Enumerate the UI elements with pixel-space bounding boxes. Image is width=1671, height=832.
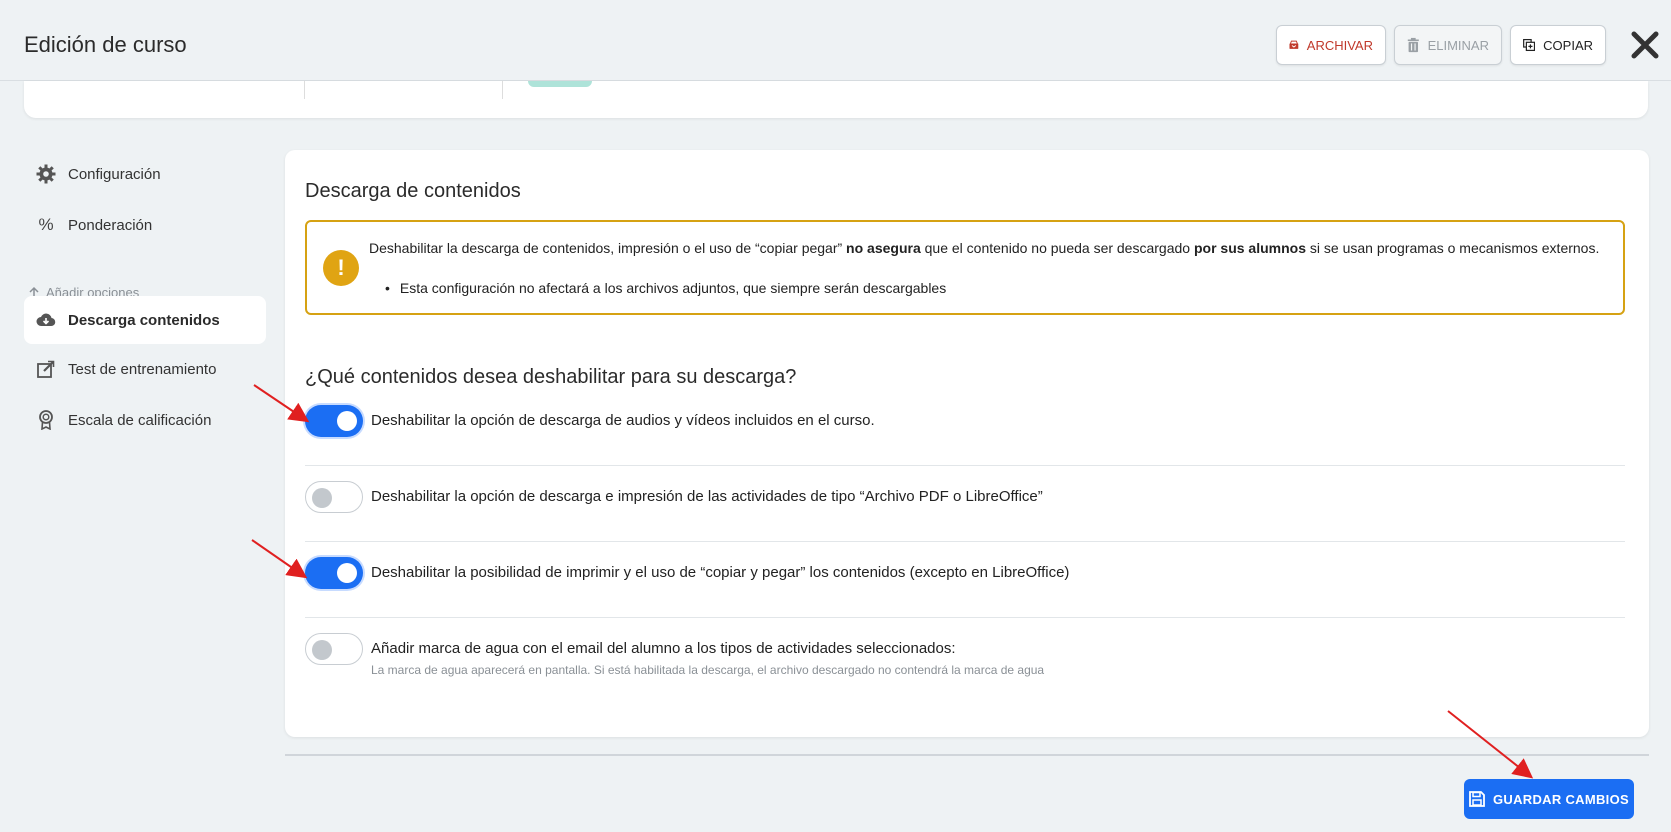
disable-pdf-download-toggle[interactable] xyxy=(305,481,363,513)
content-download-panel: Descarga de contenidos ! Deshabilitar la… xyxy=(285,150,1649,737)
header-bar: Edición de curso ARCHIVAR ELIMINAR COPIA… xyxy=(0,0,1671,81)
copy-icon xyxy=(1523,38,1536,52)
trash-icon xyxy=(1407,37,1419,53)
option-row: Deshabilitar la opción de descarga e imp… xyxy=(305,481,1625,521)
sidebar-item-label: Escala de calificación xyxy=(68,411,212,429)
save-label: GUARDAR CAMBIOS xyxy=(1493,791,1629,807)
sidebar-item-label: Ponderación xyxy=(68,216,153,234)
copy-button[interactable]: COPIAR xyxy=(1510,25,1606,65)
page-title: Edición de curso xyxy=(24,32,187,57)
gear-icon xyxy=(36,164,56,184)
divider xyxy=(305,541,1625,542)
cloud-download-icon xyxy=(36,310,56,330)
divider xyxy=(285,754,1649,756)
close-icon[interactable] xyxy=(1628,28,1662,62)
divider xyxy=(305,465,1625,466)
sidebar-item-configuracion[interactable]: Configuración xyxy=(24,150,266,198)
archive-button[interactable]: ARCHIVAR xyxy=(1276,25,1386,65)
warning-box: ! Deshabilitar la descarga de contenidos… xyxy=(305,220,1625,315)
sidebar-item-descarga-contenidos[interactable]: Descarga contenidos xyxy=(24,296,266,344)
archive-icon xyxy=(1289,40,1299,49)
divider xyxy=(305,617,1625,618)
sidebar-item-ponderacion[interactable]: % Ponderación xyxy=(24,201,266,249)
save-changes-button[interactable]: GUARDAR CAMBIOS xyxy=(1464,779,1634,819)
option-label: Deshabilitar la opción de descarga de au… xyxy=(371,412,875,429)
percent-icon: % xyxy=(38,215,54,234)
delete-label: ELIMINAR xyxy=(1427,37,1489,53)
disable-print-copy-toggle[interactable] xyxy=(305,557,363,589)
divider xyxy=(502,81,503,99)
option-sublabel: La marca de agua aparecerá en pantalla. … xyxy=(371,663,1045,677)
option-label: Deshabilitar la opción de descarga e imp… xyxy=(371,488,1043,505)
watermark-toggle[interactable] xyxy=(305,633,363,665)
option-label: Deshabilitar la posibilidad de imprimir … xyxy=(371,564,1070,581)
warning-icon: ! xyxy=(323,250,359,286)
divider xyxy=(304,81,305,99)
course-summary-card xyxy=(24,81,1648,118)
disable-av-download-toggle[interactable] xyxy=(305,405,363,437)
warning-text: Deshabilitar la descarga de contenidos, … xyxy=(369,240,1600,256)
award-icon xyxy=(36,410,56,430)
option-label: Añadir marca de agua con el email del al… xyxy=(371,640,956,657)
sidebar-item-label: Test de entrenamiento xyxy=(68,360,217,378)
status-badge xyxy=(528,81,592,87)
delete-button[interactable]: ELIMINAR xyxy=(1394,25,1502,65)
sidebar-item-label: Descarga contenidos xyxy=(68,311,220,329)
warning-bullet: • Esta configuración no afectará a los ar… xyxy=(385,280,947,296)
archive-label: ARCHIVAR xyxy=(1306,37,1373,53)
option-row: Deshabilitar la posibilidad de imprimir … xyxy=(305,557,1625,597)
option-row: Añadir marca de agua con el email del al… xyxy=(305,633,1625,683)
edit-square-icon xyxy=(36,359,56,379)
sidebar-item-label: Configuración xyxy=(68,165,161,183)
sidebar-item-test-entrenamiento[interactable]: Test de entrenamiento xyxy=(24,345,266,393)
option-row: Deshabilitar la opción de descarga de au… xyxy=(305,405,1625,445)
section-title: Descarga de contenidos xyxy=(305,180,521,202)
question-heading: ¿Qué contenidos desea deshabilitar para … xyxy=(305,366,797,388)
copy-label: COPIAR xyxy=(1543,37,1593,53)
sidebar-item-escala-calificacion[interactable]: Escala de calificación xyxy=(24,396,266,444)
save-icon xyxy=(1469,791,1485,807)
